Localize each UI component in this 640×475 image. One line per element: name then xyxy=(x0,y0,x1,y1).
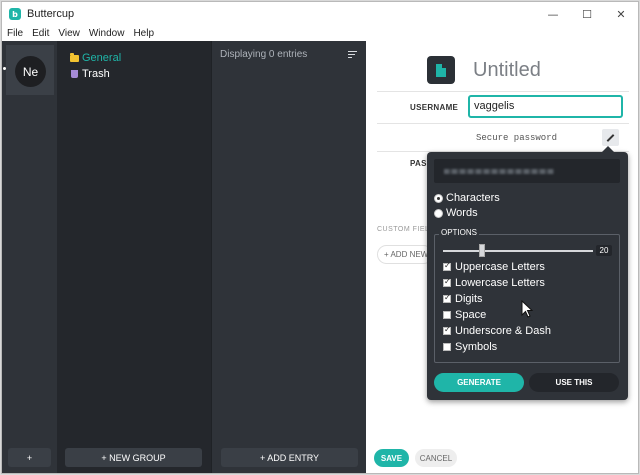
group-item-general[interactable]: General xyxy=(70,52,121,64)
options-legend: OPTIONS xyxy=(439,228,480,237)
title-bar: b Buttercup — ☐ ✕ xyxy=(2,2,638,26)
entries-column: Displaying 0 entries + ADD ENTRY xyxy=(211,41,366,473)
magic-wand-icon xyxy=(606,133,615,142)
active-account-indicator xyxy=(3,67,6,70)
new-group-button[interactable]: + NEW GROUP xyxy=(65,448,202,467)
length-slider-thumb[interactable] xyxy=(479,244,485,257)
password-field[interactable]: Secure password xyxy=(476,133,557,143)
checkbox-checked-icon xyxy=(443,261,451,271)
option-lowercase[interactable]: Lowercase Letters xyxy=(443,277,545,289)
option-label: Space xyxy=(455,309,487,321)
menu-help[interactable]: Help xyxy=(133,28,154,39)
option-uppercase[interactable]: Uppercase Letters xyxy=(443,261,545,273)
accounts-column: Ne + xyxy=(2,41,57,473)
option-label: Uppercase Letters xyxy=(455,261,545,273)
generate-button[interactable]: GENERATE xyxy=(434,373,524,392)
add-account-button[interactable]: + xyxy=(8,448,51,467)
checkbox-checked-icon xyxy=(443,325,451,335)
mode-characters-radio[interactable]: Characters xyxy=(434,192,500,204)
buttercup-logo-icon: b xyxy=(9,8,21,20)
maximize-button[interactable]: ☐ xyxy=(570,2,604,26)
menu-file[interactable]: File xyxy=(7,28,23,39)
account-tile[interactable]: Ne xyxy=(6,45,54,95)
minimize-button[interactable]: — xyxy=(536,2,570,26)
avatar: Ne xyxy=(15,56,46,87)
option-label: Underscore & Dash xyxy=(455,325,551,337)
menu-bar: File Edit View Window Help xyxy=(2,26,638,41)
group-label: General xyxy=(82,52,122,64)
sort-icon[interactable] xyxy=(348,51,357,60)
window-title: Buttercup xyxy=(27,8,75,20)
checkbox-unchecked-icon xyxy=(443,343,451,351)
option-label: Lowercase Letters xyxy=(455,277,545,289)
checkbox-unchecked-icon xyxy=(443,311,451,319)
groups-column: General Trash + NEW GROUP xyxy=(57,41,211,473)
menu-view[interactable]: View xyxy=(58,28,80,39)
save-button[interactable]: SAVE xyxy=(374,449,409,467)
popup-arrow xyxy=(602,146,614,152)
radio-selected-icon xyxy=(434,193,443,203)
document-icon xyxy=(436,63,446,77)
password-generator-popup: Characters Words OPTIONS 20 Uppercase Le… xyxy=(427,146,628,400)
divider xyxy=(377,91,629,92)
use-this-button[interactable]: USE THIS xyxy=(529,373,619,392)
length-slider-track[interactable] xyxy=(443,250,593,252)
option-digits[interactable]: Digits xyxy=(443,293,483,305)
option-space[interactable]: Space xyxy=(443,309,486,321)
folder-icon xyxy=(70,52,79,62)
generated-password-output[interactable] xyxy=(434,159,620,183)
option-label: Digits xyxy=(455,293,483,305)
option-symbols[interactable]: Symbols xyxy=(443,341,497,353)
add-entry-button[interactable]: + ADD ENTRY xyxy=(221,448,358,467)
entry-type-icon xyxy=(427,56,455,84)
add-new-field-button[interactable]: + ADD NEW xyxy=(377,245,433,264)
mouse-cursor-icon xyxy=(521,300,534,318)
radio-unselected-icon xyxy=(434,208,443,218)
entries-count-text: Displaying 0 entries xyxy=(220,48,308,60)
trash-icon xyxy=(71,70,78,78)
entries-header: Displaying 0 entries xyxy=(212,41,366,67)
divider xyxy=(377,123,629,124)
length-value: 20 xyxy=(596,245,612,256)
entry-title[interactable]: Untitled xyxy=(473,59,541,82)
menu-edit[interactable]: Edit xyxy=(32,28,49,39)
option-label: Symbols xyxy=(455,341,498,353)
blurred-password xyxy=(444,169,554,174)
option-underscore-dash[interactable]: Underscore & Dash xyxy=(443,325,551,337)
checkbox-checked-icon xyxy=(443,277,451,287)
radio-label: Words xyxy=(446,207,478,219)
username-field[interactable]: vaggelis xyxy=(468,95,623,118)
window-controls: — ☐ ✕ xyxy=(536,2,638,26)
password-generator-button[interactable] xyxy=(602,129,619,146)
username-label: USERNAME xyxy=(410,103,459,112)
radio-label: Characters xyxy=(446,192,500,204)
close-button[interactable]: ✕ xyxy=(604,2,638,26)
checkbox-checked-icon xyxy=(443,293,451,303)
mode-words-radio[interactable]: Words xyxy=(434,207,478,219)
group-item-trash[interactable]: Trash xyxy=(70,68,110,80)
group-label: Trash xyxy=(82,68,110,80)
cancel-button[interactable]: CANCEL xyxy=(415,449,457,467)
menu-window[interactable]: Window xyxy=(89,28,125,39)
